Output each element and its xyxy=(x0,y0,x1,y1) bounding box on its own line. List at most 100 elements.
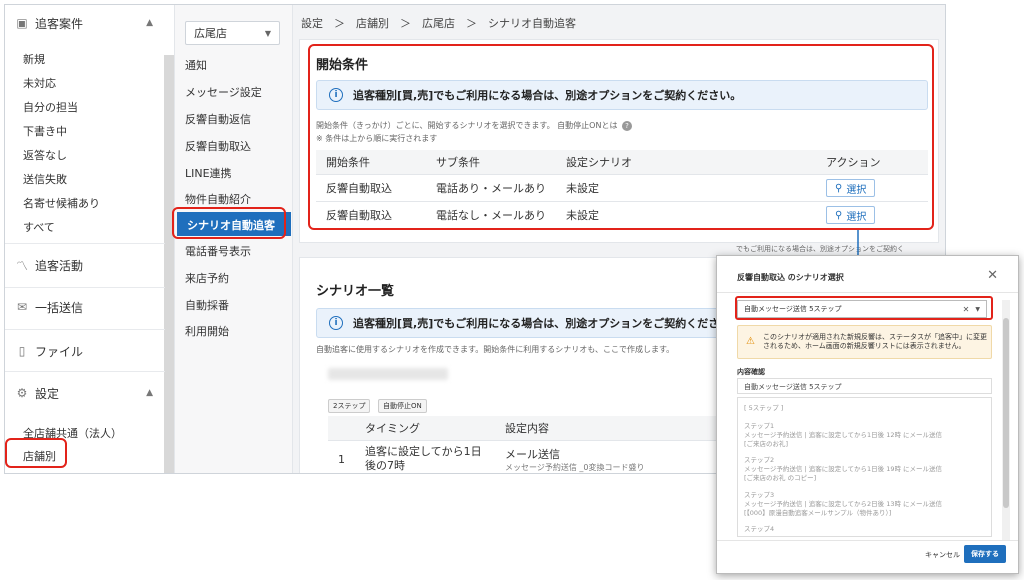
option-notice: i 追客種別[買,売]でもご利用になる場合は、別途オプションをご契約ください。 xyxy=(316,80,928,110)
notice-text: 追客種別[買,売]でもご利用になる場合は、別途オプションをご契約ください。 xyxy=(353,89,742,102)
content-line: メッセージ予約送信 | 追客に設定してから2日後 13時 にメール送信 xyxy=(744,500,943,508)
cell: 電話あり・メールあり xyxy=(426,174,556,202)
modal-scrollbar[interactable] xyxy=(1002,300,1010,540)
clear-icon[interactable]: ✕ xyxy=(963,305,970,314)
sidebar-item-draft[interactable]: 下書き中 xyxy=(23,123,67,139)
start-conditions-desc: 開始条件（きっかけ）ごとに、開始するシナリオを選択できます。 自動停止ONとは … xyxy=(316,120,633,131)
content-line: メッセージ予約送信 | 追客に設定してから1日後 12時 にメール送信 xyxy=(744,431,943,439)
chevron-up-icon: ▲ xyxy=(146,388,153,398)
sidebar-item-merge-candidates[interactable]: 名寄せ候補あり xyxy=(23,195,100,211)
content-line: ステップ1 xyxy=(744,422,775,430)
modal-title: 反響自動取込 のシナリオ選択 xyxy=(737,273,844,282)
scroll-thumb[interactable] xyxy=(1003,318,1009,508)
col-header: 設定シナリオ xyxy=(556,150,816,175)
overlapped-notice-text: でもご利用になる場合は、別途オプションをご契約く xyxy=(736,245,904,253)
settings-subnav: 広尾店 ▼ 通知 メッセージ設定 反響自動返信 反響自動取込 LINE連携 物件… xyxy=(175,5,293,473)
content-line: メッセージ予約送信 | 追客に設定してから1日後 19時 にメール送信 xyxy=(744,465,943,473)
scenario-list-title: シナリオ一覧 xyxy=(316,284,395,299)
cell: 電話なし・メールあり xyxy=(426,201,556,229)
content-line: [ 5ステップ ] xyxy=(744,404,784,412)
content-line: [【000】原漫自動追客メールサンプル（物件あり）] xyxy=(744,509,892,517)
cancel-button[interactable]: キャンセル xyxy=(925,550,960,560)
content-name: 自動メッセージ送信 5ステップ xyxy=(737,378,992,394)
sidebar-section-file[interactable]: ▯ ファイル xyxy=(5,339,165,363)
button-label: 選択 xyxy=(846,184,867,196)
subnav-item-notification[interactable]: 通知 xyxy=(185,57,207,73)
scenario-select[interactable]: 自動メッセージ送信 5ステップ ✕ ▼ xyxy=(737,300,987,318)
cell: 追客に設定してから1日後の7時 xyxy=(355,440,495,473)
scenario-tags: 2ステップ 自動停止ON xyxy=(328,398,431,413)
sidebar-item-all[interactable]: すべて xyxy=(23,219,55,235)
sidebar-section-label: 追客活動 xyxy=(35,258,84,273)
subnav-item-message-settings[interactable]: メッセージ設定 xyxy=(185,84,262,100)
start-conditions-title: 開始条件 xyxy=(316,58,369,73)
save-button[interactable]: 保存する xyxy=(964,545,1006,563)
divider xyxy=(5,371,165,372)
subnav-item-property-intro[interactable]: 物件自動紹介 xyxy=(185,191,251,207)
sidebar-section-label: ファイル xyxy=(35,344,84,359)
sidebar-item-mine[interactable]: 自分の担当 xyxy=(23,99,78,115)
chevron-down-icon: ▼ xyxy=(264,28,271,38)
subnav-item-phone-display[interactable]: 電話番号表示 xyxy=(185,243,251,259)
cell: 1 xyxy=(328,440,355,473)
subnav-item-auto-reply[interactable]: 反響自動返信 xyxy=(185,111,251,127)
select-scenario-button[interactable]: ⚲ 選択 xyxy=(826,179,876,197)
step-count-tag: 2ステップ xyxy=(328,399,371,413)
select-scenario-button[interactable]: ⚲ 選択 xyxy=(826,206,876,224)
sidebar-scrollbar[interactable] xyxy=(164,55,174,473)
sidebar-section-bulk[interactable]: ✉ 一括送信 xyxy=(5,295,165,319)
sidebar-item-per-store[interactable]: 店舗別 xyxy=(23,448,56,464)
sidebar-section-activity[interactable]: 〽 追客活動 xyxy=(5,253,165,277)
scenario-select-value: 自動メッセージ送信 5ステップ xyxy=(744,305,842,313)
gear-icon: ⚙ xyxy=(16,386,28,400)
subnav-item-scenario[interactable]: シナリオ自動追客 xyxy=(177,212,291,236)
sidebar-item-no-reply[interactable]: 返答なし xyxy=(23,147,67,163)
help-icon[interactable]: ? xyxy=(622,121,633,131)
sidebar-section-label: 追客案件 xyxy=(35,16,84,31)
content-line: ステップ2 xyxy=(744,456,775,464)
info-icon: i xyxy=(329,88,343,102)
sidebar-item-new[interactable]: 新規 xyxy=(23,51,45,67)
sidebar-item-all-stores[interactable]: 全店舗共通（法人） xyxy=(23,425,122,441)
content-line: ステップ4 xyxy=(744,525,775,533)
sidebar-item-send-failed[interactable]: 送信失敗 xyxy=(23,171,67,187)
subnav-item-visit-booking[interactable]: 来店予約 xyxy=(185,270,229,286)
store-select[interactable]: 広尾店 ▼ xyxy=(185,21,280,45)
subnav-item-start-use[interactable]: 利用開始 xyxy=(185,323,229,339)
search-icon: ⚲ xyxy=(835,182,843,194)
close-icon[interactable]: ✕ xyxy=(987,268,998,283)
cell: 未設定 xyxy=(556,201,816,229)
subnav-item-line[interactable]: LINE連携 xyxy=(185,165,232,181)
desc-text: 開始条件（きっかけ）ごとに、開始するシナリオを選択できます。 自動停止ONとは xyxy=(316,121,618,130)
divider xyxy=(5,287,165,288)
sidebar-section-label: 一括送信 xyxy=(35,300,84,315)
cell: ⚲ 選択 xyxy=(816,201,928,229)
col-header xyxy=(328,416,355,441)
search-icon: ⚲ xyxy=(835,209,843,221)
cell: 未設定 xyxy=(556,174,816,202)
sidebar-section-settings[interactable]: ⚙ 設定 ▲ xyxy=(5,381,165,405)
chevron-down-icon: ▼ xyxy=(975,305,980,313)
sidebar-item-unhandled[interactable]: 未対応 xyxy=(23,75,56,91)
warning-icon: ⚠ xyxy=(746,336,755,348)
subnav-item-auto-numbering[interactable]: 自動採番 xyxy=(185,297,229,313)
mail-icon: ✉ xyxy=(16,300,28,314)
customer-card-icon: ▣ xyxy=(16,16,28,30)
col-header: タイミング xyxy=(355,416,495,441)
table-row: 反響自動取込 電話なし・メールあり 未設定 ⚲ 選択 xyxy=(316,201,928,229)
col-header: サブ条件 xyxy=(426,150,556,175)
scenario-list-desc: 自動追客に使用するシナリオを作成できます。開始条件に利用するシナリオも、ここで作… xyxy=(316,345,675,354)
scenario-select-modal: 反響自動取込 のシナリオ選択 ✕ 自動メッセージ送信 5ステップ ✕ ▼ ⚠ こ… xyxy=(716,255,1019,574)
scenario-name-blurred xyxy=(328,368,448,380)
notice-text: 追客種別[買,売]でもご利用になる場合は、別途オプションをご契約ください。 xyxy=(353,317,742,330)
chevron-up-icon: ▲ xyxy=(146,18,153,28)
file-icon: ▯ xyxy=(18,344,26,358)
cell: ⚲ 選択 xyxy=(816,174,928,202)
sidebar-section-customers[interactable]: ▣ 追客案件 ▲ xyxy=(5,11,165,35)
divider xyxy=(5,329,165,330)
info-icon: i xyxy=(329,316,343,330)
subnav-item-auto-import[interactable]: 反響自動取込 xyxy=(185,138,251,154)
sidebar: ▣ 追客案件 ▲ 新規 未対応 自分の担当 下書き中 返答なし 送信失敗 名寄せ… xyxy=(5,5,175,473)
content-check-label: 内容確認 xyxy=(737,368,765,376)
divider xyxy=(5,243,165,244)
